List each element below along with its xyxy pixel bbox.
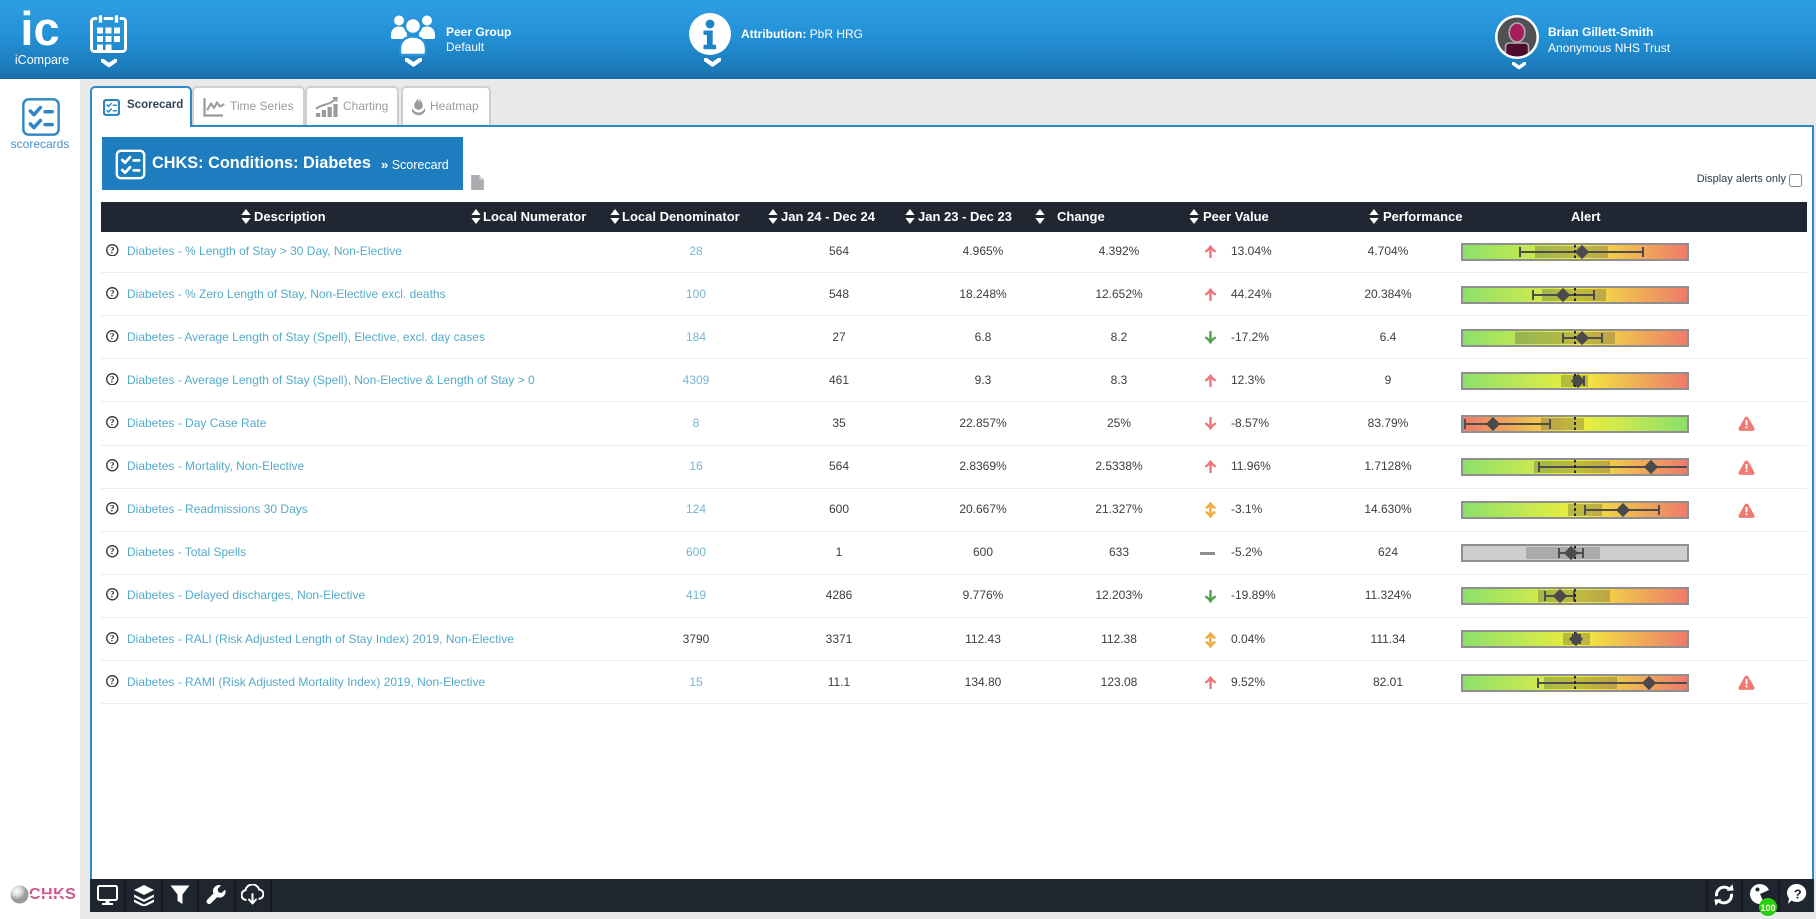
svg-text:?: ? [110,332,115,342]
svg-text:?: ? [110,289,115,299]
svg-text:?: ? [110,634,115,644]
svg-text:?: ? [110,504,115,514]
svg-text:?: ? [1794,887,1802,902]
svg-text:?: ? [110,591,115,601]
svg-text:?: ? [110,375,115,385]
svg-text:?: ? [110,677,115,687]
svg-text:?: ? [110,461,115,471]
svg-text:?: ? [110,547,115,557]
svg-text:?: ? [110,246,115,256]
svg-text:?: ? [110,418,115,428]
